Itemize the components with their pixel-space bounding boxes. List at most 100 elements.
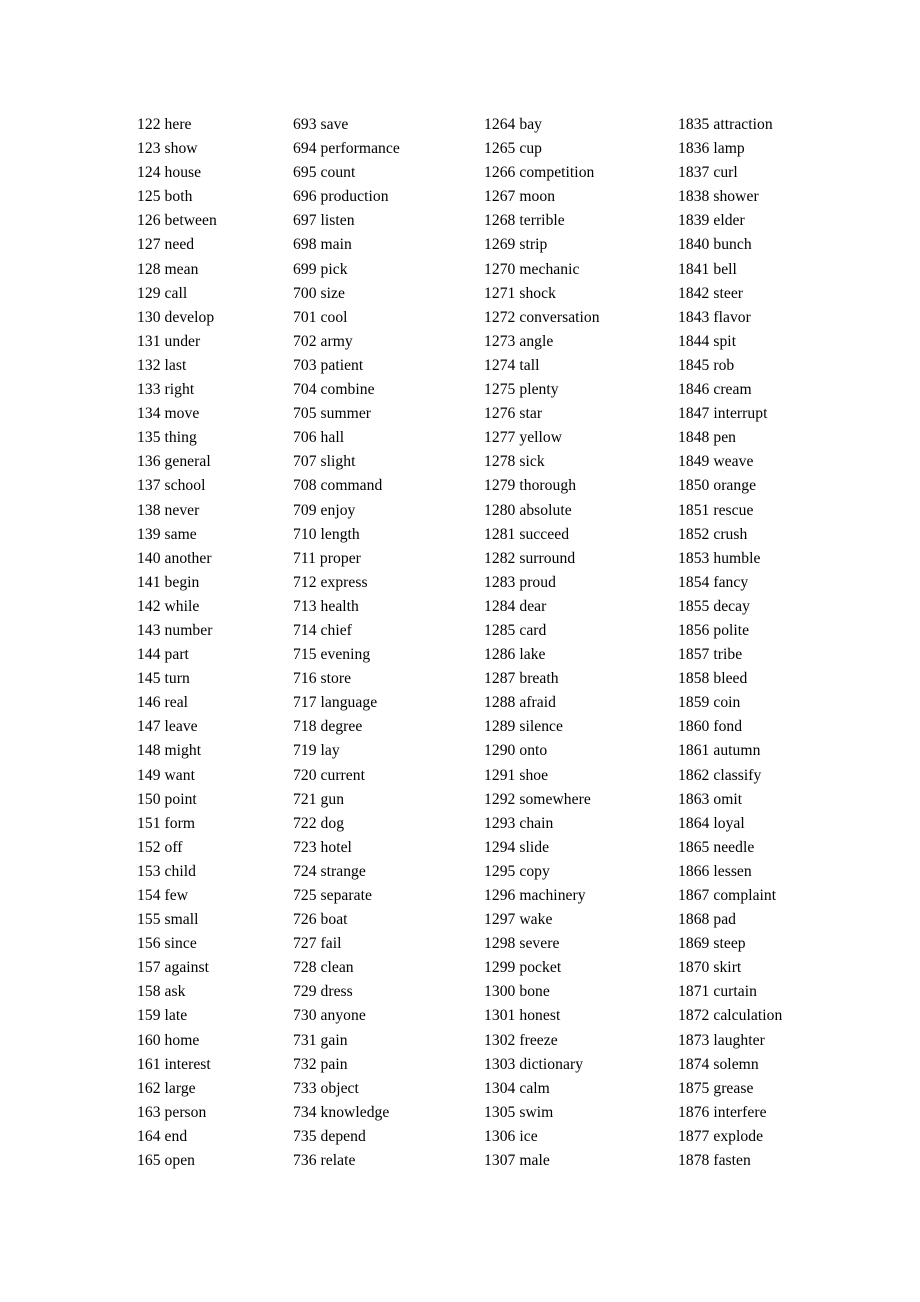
entry-number: 1859 bbox=[678, 694, 710, 712]
word-list-entry: 1271 shock bbox=[484, 282, 674, 306]
word-list-entry: 700 size bbox=[293, 282, 478, 306]
word-list-entry: 698 main bbox=[293, 233, 478, 257]
entry-word: sick bbox=[519, 453, 545, 471]
entry-number: 1875 bbox=[678, 1079, 710, 1097]
entry-number: 720 bbox=[293, 766, 317, 784]
entry-number: 1878 bbox=[678, 1152, 710, 1170]
word-list-entry: 1284 dear bbox=[484, 595, 674, 619]
entry-word: honest bbox=[519, 1007, 561, 1025]
entry-word: calm bbox=[519, 1079, 550, 1097]
entry-number: 132 bbox=[137, 356, 161, 374]
entry-number: 1844 bbox=[678, 332, 710, 350]
entry-word: complaint bbox=[713, 887, 777, 904]
word-list-entry: 142 while bbox=[137, 595, 287, 619]
entry-number: 723 bbox=[293, 838, 317, 856]
entry-word: health bbox=[320, 597, 359, 615]
word-list-entry: 718 degree bbox=[293, 715, 478, 739]
entry-word: home bbox=[164, 1031, 200, 1049]
entry-number: 1849 bbox=[678, 453, 710, 471]
entry-word: cup bbox=[519, 140, 543, 158]
entry-number: 1298 bbox=[484, 935, 516, 953]
entry-word: rob bbox=[713, 356, 735, 374]
word-list-entry: 159 late bbox=[137, 1004, 287, 1028]
entry-number: 1274 bbox=[484, 356, 516, 374]
word-list-entry: 1876 interfere bbox=[678, 1101, 878, 1125]
word-list-entry: 706 hall bbox=[293, 426, 478, 450]
entry-number: 1846 bbox=[678, 381, 710, 399]
entry-word: strange bbox=[320, 862, 366, 880]
word-list-entry: 1877 explode bbox=[678, 1125, 878, 1149]
word-list-entry: 724 strange bbox=[293, 860, 478, 884]
entry-word: house bbox=[164, 164, 202, 182]
word-list-entry: 1862 classify bbox=[678, 764, 878, 788]
word-list-entry: 135 thing bbox=[137, 426, 287, 450]
entry-word: spit bbox=[713, 332, 737, 350]
entry-word: yellow bbox=[519, 429, 563, 447]
word-list-entry: 1281 succeed bbox=[484, 523, 674, 547]
entry-number: 148 bbox=[137, 742, 161, 760]
entry-word: lake bbox=[519, 646, 546, 664]
entry-number: 1272 bbox=[484, 308, 516, 326]
word-list-entry: 1864 loyal bbox=[678, 812, 878, 836]
entry-word: language bbox=[320, 694, 378, 712]
word-list-entry: 130 develop bbox=[137, 306, 287, 330]
word-list-entry: 1843 flavor bbox=[678, 306, 878, 330]
word-list-entry: 148 might bbox=[137, 739, 287, 763]
word-list-entry: 701 cool bbox=[293, 306, 478, 330]
entry-number: 131 bbox=[137, 332, 161, 350]
word-list-entry: 709 enjoy bbox=[293, 499, 478, 523]
word-list-entry: 702 army bbox=[293, 330, 478, 354]
word-list-entry: 719 lay bbox=[293, 739, 478, 763]
entry-word: relate bbox=[320, 1152, 356, 1170]
entry-number: 711 bbox=[293, 549, 316, 567]
word-list-entry: 123 show bbox=[137, 137, 287, 161]
entry-word: another bbox=[164, 549, 212, 567]
word-list-entry: 165 open bbox=[137, 1149, 287, 1173]
word-list-entry: 154 few bbox=[137, 884, 287, 908]
entry-word: classify bbox=[713, 766, 762, 784]
entry-word: coin bbox=[713, 694, 741, 712]
entry-word: end bbox=[164, 1127, 188, 1145]
entry-word: tall bbox=[519, 356, 540, 374]
entry-word: swim bbox=[519, 1103, 554, 1121]
entry-word: since bbox=[164, 935, 197, 953]
word-list-entry: 162 large bbox=[137, 1077, 287, 1101]
entry-word: polite bbox=[713, 621, 750, 639]
entry-word: under bbox=[164, 332, 201, 350]
entry-number: 1306 bbox=[484, 1127, 516, 1145]
entry-word: afraid bbox=[519, 694, 557, 712]
entry-word: degree bbox=[320, 718, 363, 736]
entry-number: 1869 bbox=[678, 935, 710, 953]
word-list-entry: 1878 fasten bbox=[678, 1149, 878, 1173]
word-list-entry: 155 small bbox=[137, 908, 287, 932]
entry-number: 144 bbox=[137, 646, 161, 664]
entry-word: fancy bbox=[713, 573, 749, 591]
entry-number: 718 bbox=[293, 718, 317, 736]
entry-word: hall bbox=[320, 429, 345, 447]
entry-number: 1845 bbox=[678, 356, 710, 374]
entry-word: pad bbox=[713, 911, 737, 929]
entry-word: silence bbox=[519, 718, 563, 736]
entry-word: autumn bbox=[713, 742, 761, 760]
entry-word: decay bbox=[713, 597, 750, 615]
entry-word: interest bbox=[164, 1055, 211, 1073]
word-list-page: 122 here 123 show 124 house 125 both 126 bet… bbox=[0, 0, 920, 1302]
entry-word: general bbox=[164, 453, 211, 471]
word-list-entry: 735 depend bbox=[293, 1125, 478, 1149]
word-list-entry: 1268 terrible bbox=[484, 209, 674, 233]
entry-number: 1301 bbox=[484, 1007, 516, 1025]
word-list-entry: 1867 complaint bbox=[678, 884, 878, 908]
word-list-entry: 1275 plenty bbox=[484, 378, 674, 402]
word-list-entry: 161 interest bbox=[137, 1053, 287, 1077]
entry-number: 162 bbox=[137, 1079, 161, 1097]
entry-number: 693 bbox=[293, 116, 317, 133]
entry-word: patient bbox=[320, 356, 364, 374]
word-list-entry: 695 count bbox=[293, 161, 478, 185]
entry-word: knowledge bbox=[320, 1103, 390, 1121]
entry-number: 1287 bbox=[484, 670, 516, 688]
entry-word: fasten bbox=[713, 1152, 751, 1170]
word-list-entry: 1858 bleed bbox=[678, 667, 878, 691]
word-list-entry: 696 production bbox=[293, 185, 478, 209]
entry-word: hotel bbox=[320, 838, 352, 856]
word-list-entry: 1274 tall bbox=[484, 354, 674, 378]
